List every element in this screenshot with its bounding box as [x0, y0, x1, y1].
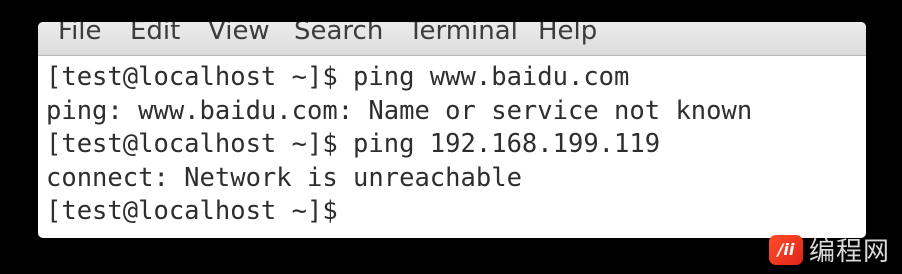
terminal-prompt-line: [test@localhost ~]$: [46, 195, 866, 229]
terminal-line: connect: Network is unreachable: [46, 162, 522, 193]
terminal-output[interactable]: [test@localhost ~]$ ping www.baidu.com p…: [46, 61, 866, 238]
terminal-cursor: [338, 197, 350, 225]
terminal-prompt: [test@localhost ~]$: [46, 196, 338, 226]
terminal-line: ping: www.baidu.com: Name or service not…: [46, 95, 753, 126]
menu-view[interactable]: View: [208, 22, 270, 46]
menu-terminal[interactable]: Terminal: [408, 22, 518, 46]
terminal-line: [test@localhost ~]$ ping 192.168.199.119: [46, 129, 661, 159]
menu-bar: File Edit View Search Terminal Help: [38, 22, 866, 56]
menu-help[interactable]: Help: [538, 22, 597, 46]
terminal-line: [test@localhost ~]$ ping www.baidu.com: [46, 62, 630, 92]
menu-search[interactable]: Search: [294, 22, 383, 46]
menu-file[interactable]: File: [58, 22, 102, 46]
terminal-window: File Edit View Search Terminal Help [tes…: [38, 22, 866, 238]
logo-icon: /ii: [768, 234, 803, 265]
logo-text: 编程网: [808, 237, 890, 267]
watermark-logo: /ii 编程网: [768, 231, 890, 268]
menu-edit[interactable]: Edit: [130, 22, 180, 46]
